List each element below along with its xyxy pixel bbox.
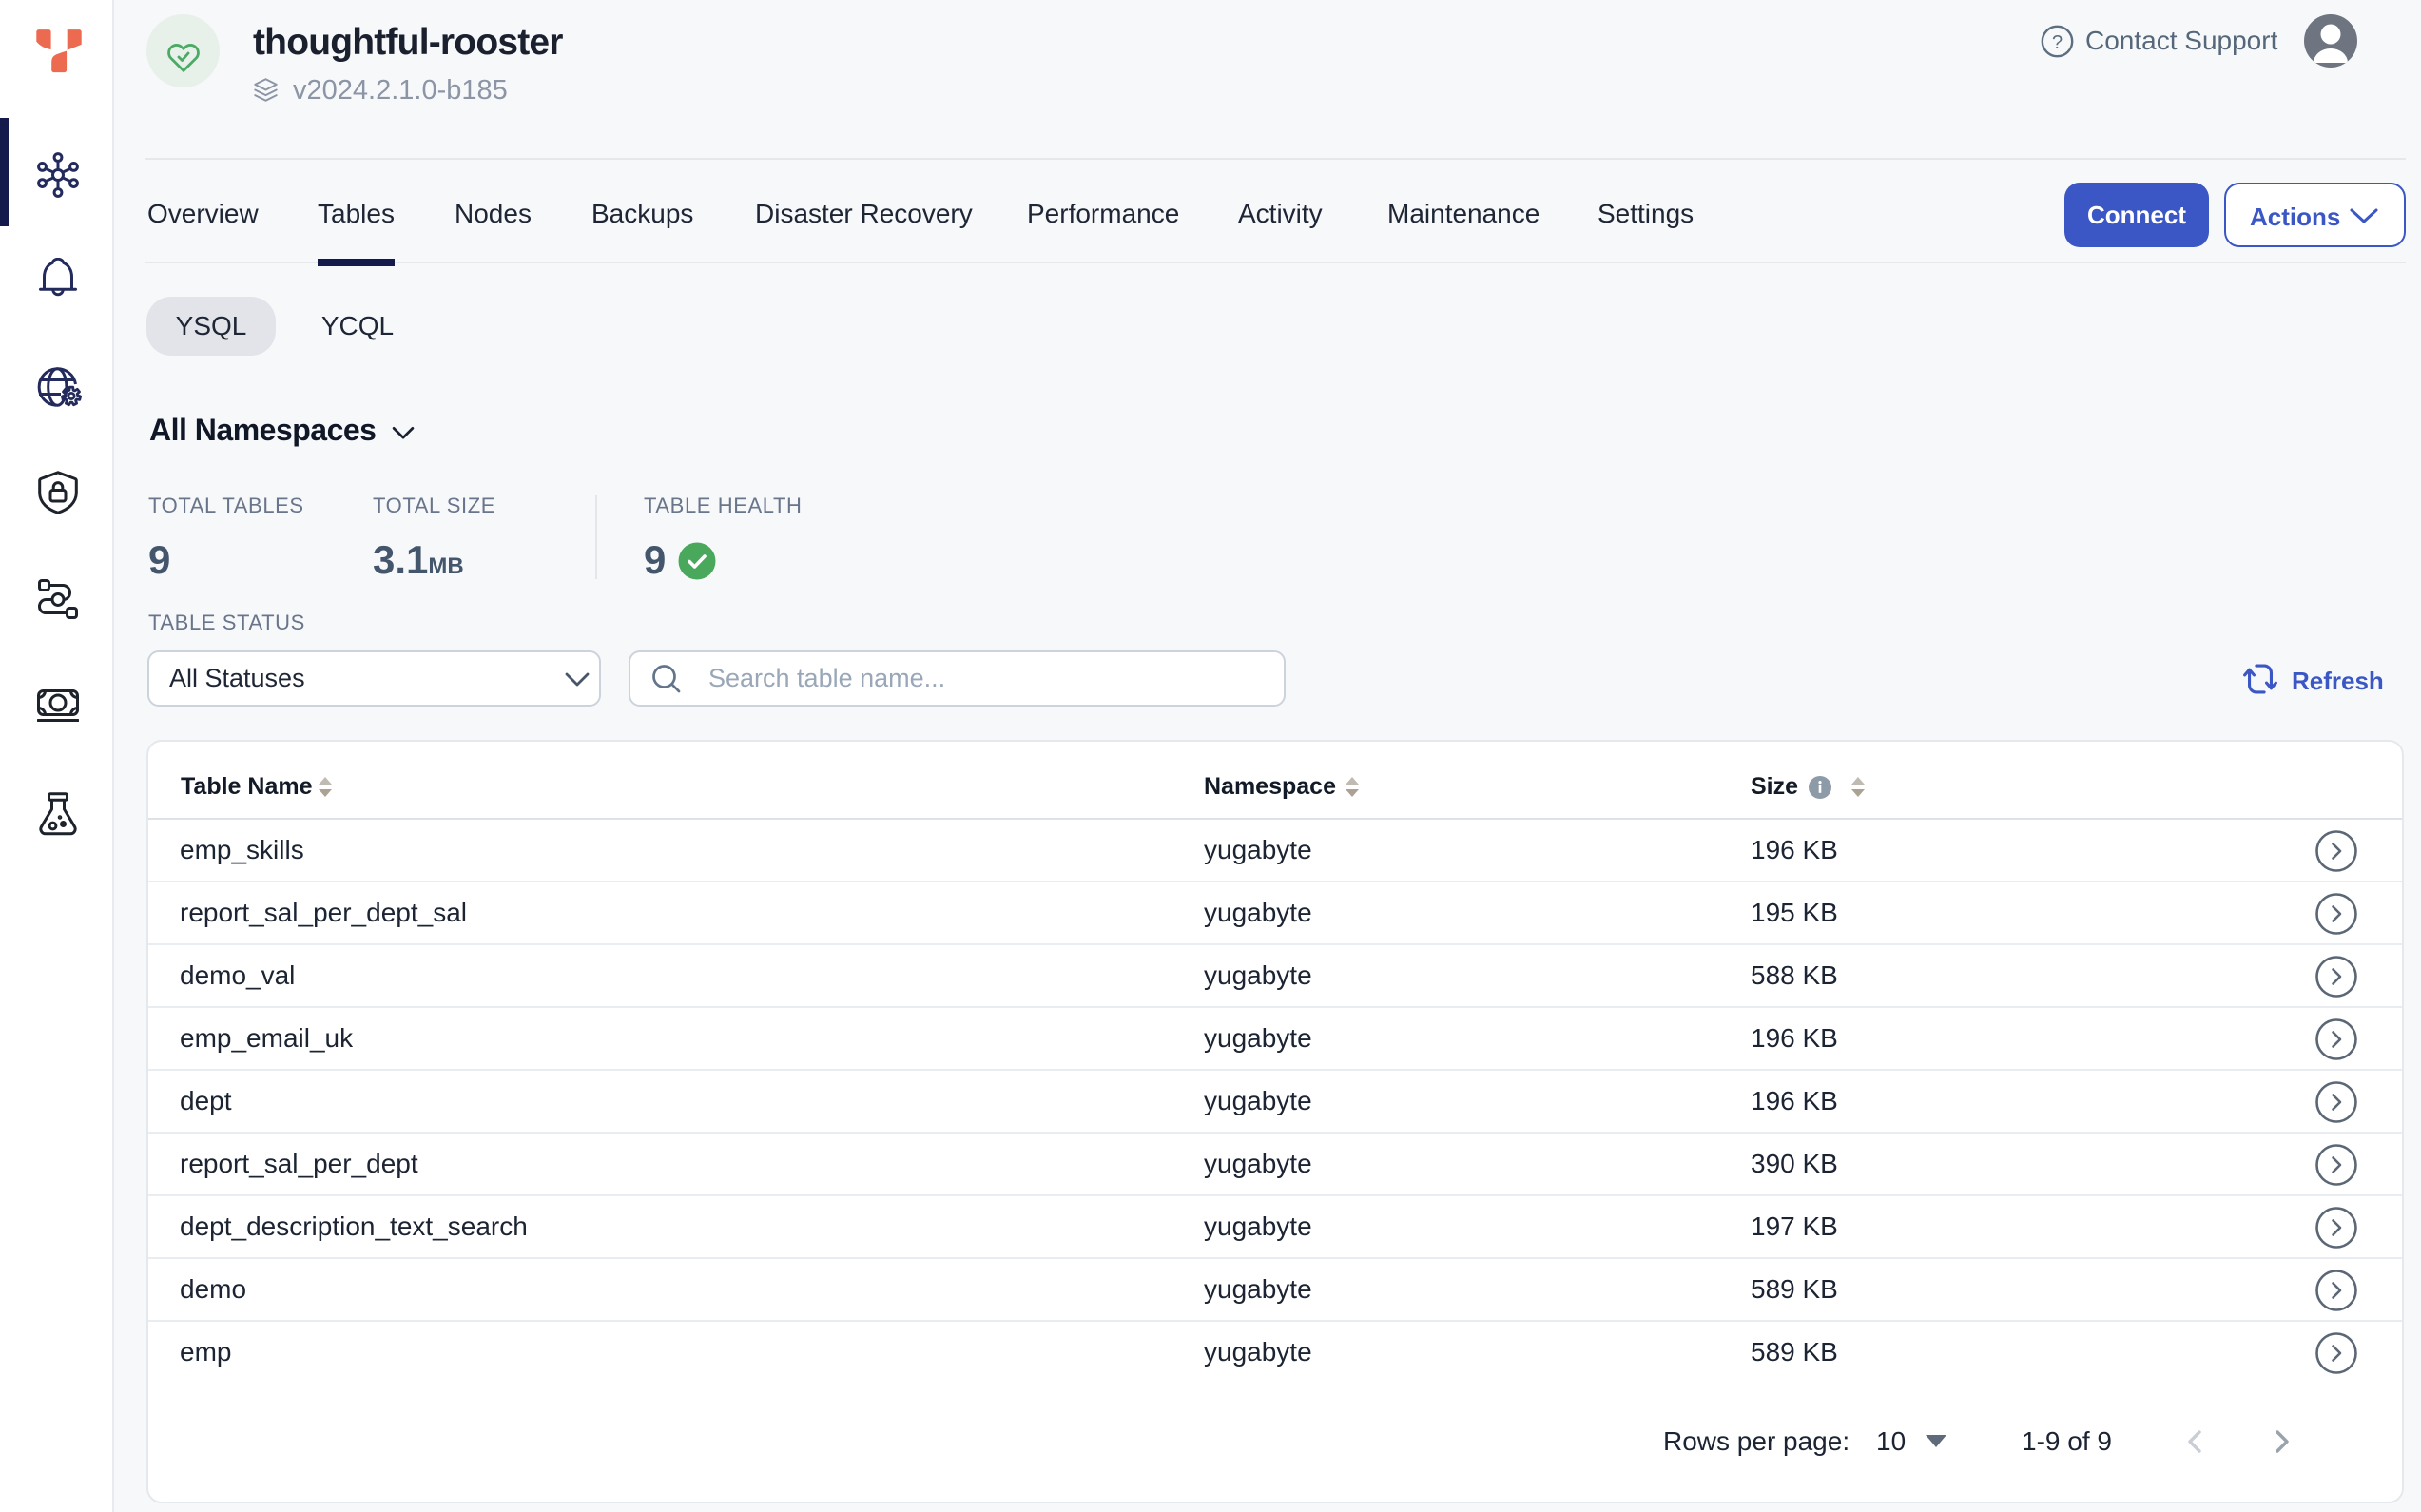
svg-text:?: ? <box>2052 32 2063 53</box>
